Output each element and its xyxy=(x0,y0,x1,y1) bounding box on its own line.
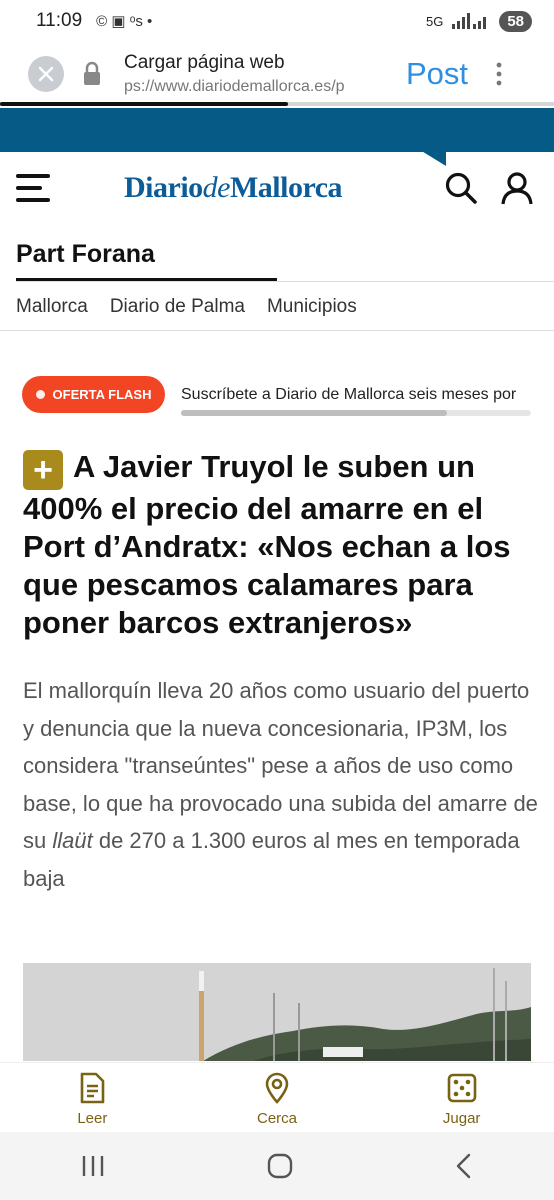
bottom-nav-jugar[interactable]: Jugar xyxy=(369,1063,554,1132)
document-icon xyxy=(77,1072,107,1104)
bottom-nav-cerca[interactable]: Cerca xyxy=(185,1063,370,1132)
close-webview-button[interactable] xyxy=(28,56,64,92)
bottom-nav-jugar-label: Jugar xyxy=(442,1110,481,1127)
flash-offer-badge[interactable]: OFERTA FLASH xyxy=(22,376,165,413)
section-subnav: Mallorca Diario de Palma Municipios xyxy=(16,296,357,318)
page-load-progress-fill xyxy=(0,102,289,106)
lock-icon[interactable] xyxy=(80,59,104,89)
section-divider xyxy=(16,281,554,282)
post-button[interactable]: Post xyxy=(406,56,468,92)
logo-part-mallorca: Mallorca xyxy=(229,171,343,204)
page-load-title: Cargar página web xyxy=(124,52,285,73)
flash-offer-label: OFERTA FLASH xyxy=(52,387,152,402)
status-time: 11:09 xyxy=(36,10,83,31)
system-navigation-bar xyxy=(0,1132,554,1200)
logo-part-de: de xyxy=(202,171,231,204)
section-title-underline xyxy=(16,278,277,281)
signal-icon xyxy=(452,13,487,29)
subnav-item-mallorca[interactable]: Mallorca xyxy=(16,296,88,318)
site-logo[interactable]: DiariodeMallorca xyxy=(124,171,343,205)
article-headline: + A Javier Truyol le suben un 400% el pre… xyxy=(23,448,538,642)
logo-part-diario: Diario xyxy=(124,171,203,204)
webview-toolbar: Cargar página web ps://www.diariodemallo… xyxy=(0,42,554,106)
site-top-band xyxy=(0,108,554,152)
article-lead: El mallorquín lleva 20 años como usuario… xyxy=(23,672,538,897)
section-title[interactable]: Part Forana xyxy=(16,240,155,269)
status-bar: 11:09 © ▣ ᵒs • 5G 58 xyxy=(0,0,554,42)
battery-indicator: 58 xyxy=(499,10,532,32)
dice-icon xyxy=(447,1072,477,1104)
headline-text: A Javier Truyol le suben un 400% el prec… xyxy=(23,449,511,640)
url-block[interactable]: Cargar página web ps://www.diariodemallo… xyxy=(124,52,386,96)
subnav-divider xyxy=(0,330,554,331)
bottom-nav: Leer Cerca Jugar xyxy=(0,1062,554,1132)
home-icon[interactable] xyxy=(267,1153,293,1179)
hamburger-menu-icon[interactable] xyxy=(16,174,50,202)
recent-apps-icon[interactable] xyxy=(80,1154,106,1178)
subnav-item-municipios[interactable]: Municipios xyxy=(267,296,357,318)
bottom-nav-leer[interactable]: Leer xyxy=(0,1063,185,1132)
bottom-nav-cerca-label: Cerca xyxy=(257,1110,298,1127)
badge-dot-icon xyxy=(35,390,45,399)
header-actions xyxy=(444,171,534,205)
user-account-icon[interactable] xyxy=(500,171,534,205)
site-header: DiariodeMallorca xyxy=(0,152,554,224)
close-icon xyxy=(38,66,54,82)
lead-text-part1: El mallorquín lleva 20 años como usuario… xyxy=(23,678,538,853)
more-options-icon[interactable] xyxy=(496,62,502,86)
network-type-label: 5G xyxy=(425,13,444,29)
url-text: ps://www.diariodemallorca.es/p xyxy=(124,78,345,95)
promo-scrollbar[interactable] xyxy=(181,410,531,416)
lead-text-italic: llaüt xyxy=(52,828,93,853)
promo-scrollbar-thumb[interactable] xyxy=(181,410,447,416)
bottom-nav-leer-label: Leer xyxy=(77,1110,108,1127)
article-photo[interactable] xyxy=(23,963,531,1061)
location-pin-icon xyxy=(262,1072,292,1104)
promo-text[interactable]: Suscríbete a Diario de Mallorca seis mes… xyxy=(181,386,531,404)
status-right: 5G 58 xyxy=(425,10,532,32)
search-icon[interactable] xyxy=(444,171,478,205)
status-notification-icons: © ▣ ᵒs • xyxy=(96,13,153,30)
promo-banner[interactable]: OFERTA FLASH Suscríbete a Diario de Mall… xyxy=(22,376,531,413)
back-icon[interactable] xyxy=(454,1153,474,1179)
lead-text-part2: de 270 a 1.300 euros al mes en temporada… xyxy=(23,828,520,891)
page-load-progress xyxy=(0,102,554,106)
subnav-item-diario-de-palma[interactable]: Diario de Palma xyxy=(110,296,245,318)
harbor-photo-illustration xyxy=(23,963,531,1061)
premium-plus-icon: + xyxy=(23,450,63,490)
